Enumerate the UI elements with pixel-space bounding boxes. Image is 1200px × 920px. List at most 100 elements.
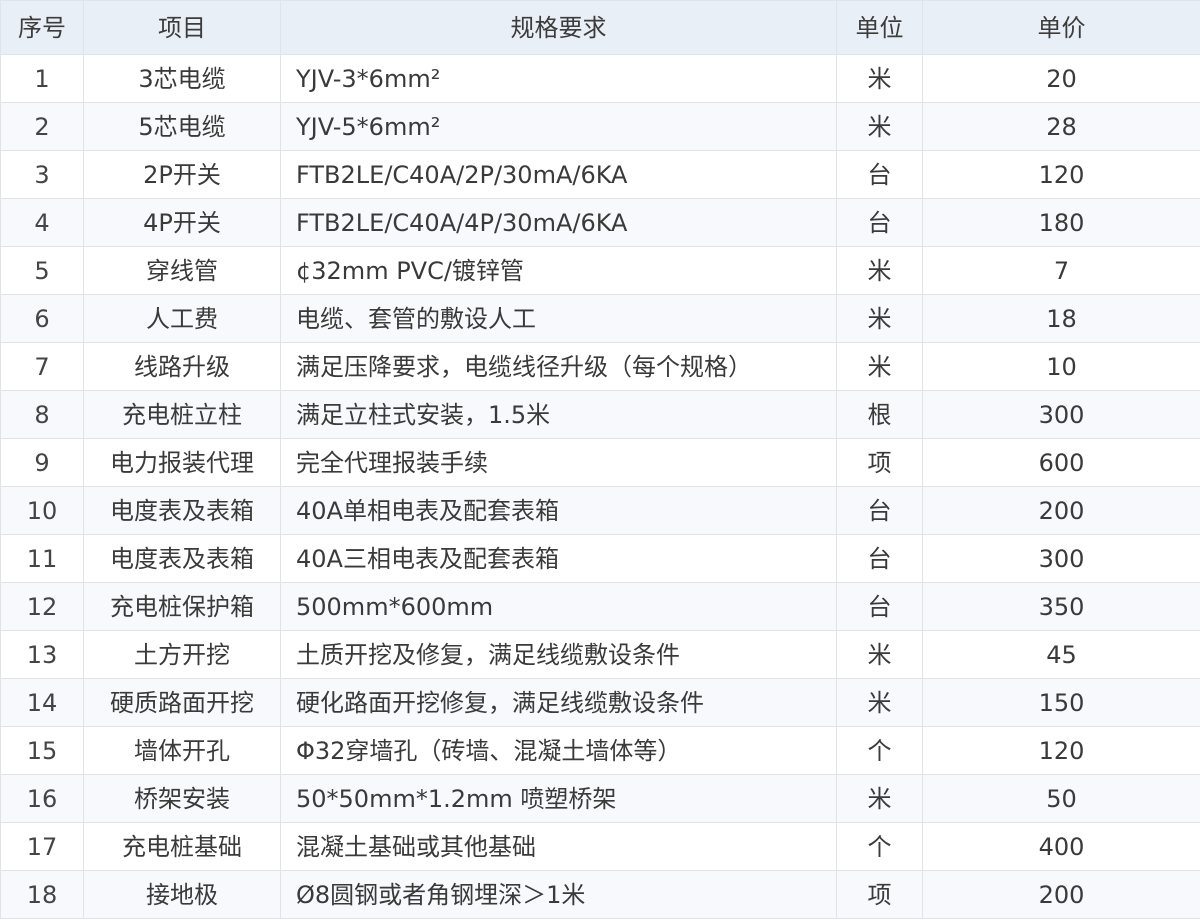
table-header: 序号 项目 规格要求 单位 单价: [0, 0, 1200, 55]
table-row: 10 电度表及表箱 40A单相电表及配套表箱台 200: [0, 486, 1200, 535]
cell-price: 350: [922, 582, 1200, 631]
cell-item: 5芯电缆: [83, 102, 281, 151]
cell-item: 墙体开孔: [83, 726, 281, 775]
cell-spec: Φ32穿墙孔（砖墙、混凝土墙体等）: [280, 726, 837, 775]
cell-spec: FTB2LE/C40A/2P/30mA/6KA: [280, 150, 837, 199]
cell-spec: 混凝土基础或其他基础: [280, 822, 837, 871]
cell-item: 充电桩基础: [83, 822, 281, 871]
cell-index: 18: [0, 870, 84, 919]
cell-unit: 根: [836, 390, 923, 439]
cell-index: 16: [0, 774, 84, 823]
cell-item: 电度表及表箱: [83, 486, 281, 535]
cell-spec: YJV-5*6mm²: [280, 102, 837, 151]
cell-spec: 50*50mm*1.2mm 喷塑桥架: [280, 774, 837, 823]
price-table: 序号 项目 规格要求 单位 单价 1 3芯电缆 YJV-3*6mm² 米 20 2 5芯电缆…: [0, 0, 1200, 919]
cell-unit: 米: [836, 102, 923, 151]
cell-index: 14: [0, 678, 84, 727]
header-item: 项目: [83, 0, 281, 55]
cell-item: 电度表及表箱: [83, 534, 281, 583]
cell-spec: FTB2LE/C40A/4P/30mA/6KA: [280, 198, 837, 247]
cell-unit: 台: [836, 150, 923, 199]
cell-index: 4: [0, 198, 84, 247]
cell-index: 3: [0, 150, 84, 199]
table-row: 5 穿线管 ¢32mm PVC/镀锌管米 7: [0, 246, 1200, 295]
cell-price: 50: [922, 774, 1200, 823]
cell-spec: 40A单相电表及配套表箱: [280, 486, 837, 535]
header-index: 序号: [0, 0, 84, 55]
cell-unit: 米: [836, 54, 923, 103]
cell-spec: 硬化路面开挖修复，满足线缆敷设条件: [280, 678, 837, 727]
cell-item: 桥架安装: [83, 774, 281, 823]
cell-spec: 满足压降要求，电缆线径升级（每个规格）: [280, 342, 837, 391]
cell-item: 人工费: [83, 294, 281, 343]
cell-unit: 项: [836, 438, 923, 487]
cell-item: 线路升级: [83, 342, 281, 391]
cell-unit: 台: [836, 582, 923, 631]
table-row: 8 充电桩立柱 满足立柱式安装，1.5米根 300: [0, 390, 1200, 439]
cell-spec: Ø8圆钢或者角钢埋深＞1米: [280, 870, 837, 919]
header-price: 单价: [922, 0, 1200, 55]
cell-spec: 满足立柱式安装，1.5米: [280, 390, 837, 439]
table-row: 18 接地极 Ø8圆钢或者角钢埋深＞1米项 200: [0, 870, 1200, 919]
cell-item: 土方开挖: [83, 630, 281, 679]
cell-item: 3芯电缆: [83, 54, 281, 103]
cell-price: 120: [922, 726, 1200, 775]
cell-price: 180: [922, 198, 1200, 247]
cell-unit: 个: [836, 726, 923, 775]
cell-price: 45: [922, 630, 1200, 679]
cell-index: 7: [0, 342, 84, 391]
table-row: 9 电力报装代理 完全代理报装手续项 600: [0, 438, 1200, 487]
cell-unit: 台: [836, 486, 923, 535]
cell-spec: ¢32mm PVC/镀锌管: [280, 246, 837, 295]
table-row: 3 2P开关 FTB2LE/C40A/2P/30mA/6KA 台 120: [0, 150, 1200, 199]
cell-index: 5: [0, 246, 84, 295]
cell-item: 充电桩保护箱: [83, 582, 281, 631]
table-row: 13 土方开挖 土质开挖及修复，满足线缆敷设条件米 45: [0, 630, 1200, 679]
cell-unit: 米: [836, 630, 923, 679]
cell-index: 17: [0, 822, 84, 871]
cell-index: 8: [0, 390, 84, 439]
cell-index: 2: [0, 102, 84, 151]
cell-unit: 米: [836, 294, 923, 343]
cell-index: 13: [0, 630, 84, 679]
cell-item: 2P开关: [83, 150, 281, 199]
cell-spec: 电缆、套管的敷设人工: [280, 294, 837, 343]
cell-price: 300: [922, 534, 1200, 583]
cell-price: 120: [922, 150, 1200, 199]
cell-index: 12: [0, 582, 84, 631]
cell-spec: 40A三相电表及配套表箱: [280, 534, 837, 583]
cell-index: 15: [0, 726, 84, 775]
cell-spec: YJV-3*6mm²: [280, 54, 837, 103]
cell-item: 充电桩立柱: [83, 390, 281, 439]
cell-item: 接地极: [83, 870, 281, 919]
cell-unit: 米: [836, 342, 923, 391]
table-row: 15 墙体开孔 Φ32穿墙孔（砖墙、混凝土墙体等）个 120: [0, 726, 1200, 775]
cell-price: 400: [922, 822, 1200, 871]
cell-item: 4P开关: [83, 198, 281, 247]
cell-price: 200: [922, 870, 1200, 919]
cell-price: 28: [922, 102, 1200, 151]
cell-price: 300: [922, 390, 1200, 439]
table-row: 14 硬质路面开挖 硬化路面开挖修复，满足线缆敷设条件米 150: [0, 678, 1200, 727]
table-row: 6 人工费 电缆、套管的敷设人工米 18: [0, 294, 1200, 343]
cell-index: 9: [0, 438, 84, 487]
cell-price: 20: [922, 54, 1200, 103]
cell-price: 7: [922, 246, 1200, 295]
table-row: 16 桥架安装 50*50mm*1.2mm 喷塑桥架米 50: [0, 774, 1200, 823]
cell-price: 600: [922, 438, 1200, 487]
header-unit: 单位: [836, 0, 923, 55]
cell-index: 1: [0, 54, 84, 103]
cell-spec: 完全代理报装手续: [280, 438, 837, 487]
header-row: 序号 项目 规格要求 单位 单价: [0, 0, 1200, 55]
cell-index: 10: [0, 486, 84, 535]
cell-unit: 台: [836, 198, 923, 247]
cell-unit: 台: [836, 534, 923, 583]
cell-unit: 个: [836, 822, 923, 871]
cell-unit: 米: [836, 678, 923, 727]
cell-spec: 土质开挖及修复，满足线缆敷设条件: [280, 630, 837, 679]
cell-spec: 500mm*600mm: [280, 582, 837, 631]
cell-index: 11: [0, 534, 84, 583]
table-row: 7 线路升级 满足压降要求，电缆线径升级（每个规格）米 10: [0, 342, 1200, 391]
cell-unit: 项: [836, 870, 923, 919]
cell-index: 6: [0, 294, 84, 343]
